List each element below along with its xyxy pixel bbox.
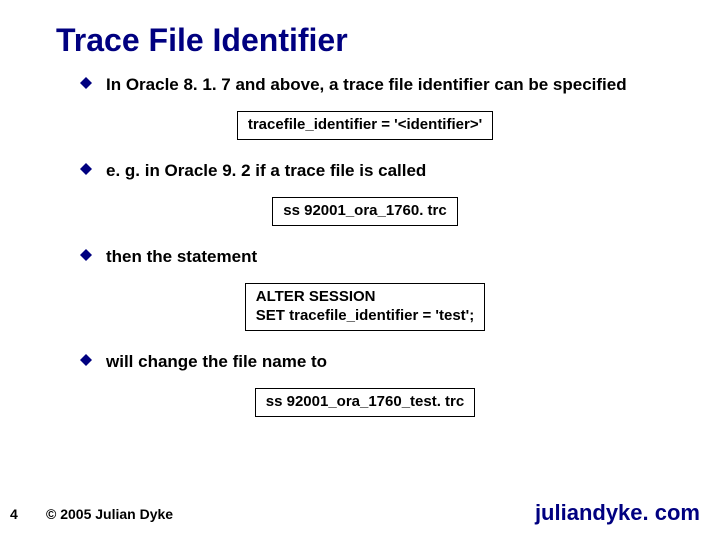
bullet-item: then the statement ALTER SESSION SET tra… — [80, 246, 650, 331]
site-url: juliandyke. com — [535, 500, 700, 526]
bullet-text: will change the file name to — [106, 351, 327, 372]
slide-footer: 4 © 2005 Julian Dyke juliandyke. com — [0, 496, 720, 522]
page-number: 4 — [10, 506, 18, 522]
diamond-bullet-icon — [80, 354, 92, 366]
bullet-text: then the statement — [106, 246, 257, 267]
bullet-item: e. g. in Oracle 9. 2 if a trace file is … — [80, 160, 650, 226]
bullet-text: In Oracle 8. 1. 7 and above, a trace fil… — [106, 74, 627, 95]
diamond-bullet-icon — [80, 163, 92, 175]
code-box: ALTER SESSION SET tracefile_identifier =… — [245, 283, 485, 331]
bullet-item: In Oracle 8. 1. 7 and above, a trace fil… — [80, 74, 650, 140]
slide-title: Trace File Identifier — [56, 22, 348, 59]
code-box: ss 92001_ora_1760_test. trc — [255, 388, 476, 417]
slide: Trace File Identifier In Oracle 8. 1. 7 … — [0, 0, 720, 540]
code-box: ss 92001_ora_1760. trc — [272, 197, 457, 226]
diamond-bullet-icon — [80, 77, 92, 89]
bullet-item: will change the file name to ss 92001_or… — [80, 351, 650, 417]
bullet-text: e. g. in Oracle 9. 2 if a trace file is … — [106, 160, 426, 181]
diamond-bullet-icon — [80, 249, 92, 261]
code-box: tracefile_identifier = '<identifier>' — [237, 111, 493, 140]
copyright-text: © 2005 Julian Dyke — [46, 506, 173, 522]
slide-content: In Oracle 8. 1. 7 and above, a trace fil… — [80, 74, 650, 437]
